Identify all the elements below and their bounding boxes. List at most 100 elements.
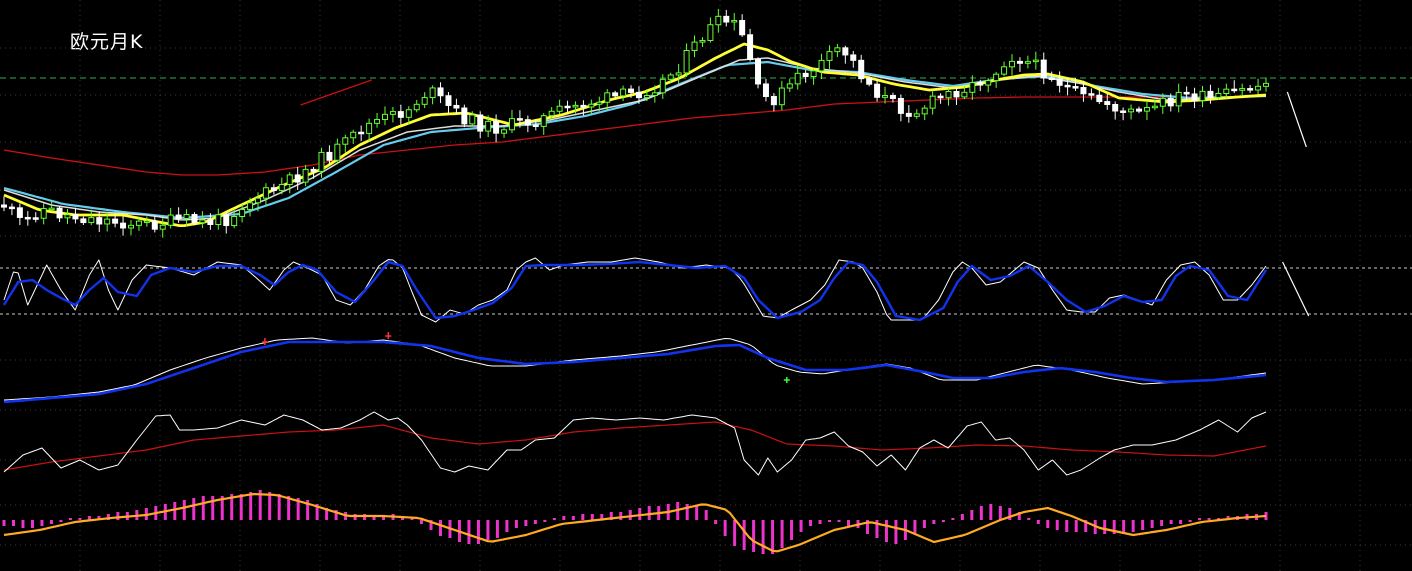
candle-body xyxy=(1151,105,1158,109)
candle-body xyxy=(1009,60,1016,68)
candle-body xyxy=(1183,91,1190,95)
candle-body xyxy=(1128,108,1135,113)
candle-body xyxy=(183,214,190,219)
candle-body xyxy=(707,24,714,41)
candle-body xyxy=(1159,97,1166,107)
candle-body xyxy=(8,206,15,210)
candle-body xyxy=(524,119,531,126)
candle-body xyxy=(56,207,63,219)
candle-body xyxy=(1231,88,1238,92)
candle-body xyxy=(556,105,563,112)
ma-red-line xyxy=(3,95,1267,176)
trend-line xyxy=(300,79,372,106)
candle-body xyxy=(620,88,627,97)
candle-body xyxy=(826,51,833,61)
candle-body xyxy=(1096,94,1103,103)
candle-body xyxy=(1064,84,1071,88)
candle-body xyxy=(794,72,801,85)
candle-body xyxy=(151,220,158,230)
candle-body xyxy=(977,82,984,86)
candle-body xyxy=(516,118,523,121)
candle-body xyxy=(945,91,952,99)
candle-body xyxy=(540,115,547,127)
candle-body xyxy=(318,151,325,172)
dmi-panel xyxy=(3,332,1267,404)
candle-body xyxy=(1207,90,1214,98)
ma-white-line xyxy=(3,57,1267,221)
candle-body xyxy=(1088,93,1095,96)
oscillator-panel xyxy=(3,411,1267,476)
ma-cyan-line xyxy=(3,60,1267,219)
moving-averages xyxy=(3,42,1267,227)
candle-body xyxy=(302,168,309,183)
candle-body xyxy=(1024,61,1031,64)
candle-body xyxy=(223,214,230,227)
candle-body xyxy=(358,131,365,135)
candle-body xyxy=(643,94,650,99)
candle-body xyxy=(913,113,920,117)
candle-body xyxy=(453,104,460,109)
candle-body xyxy=(270,187,277,192)
candle-body xyxy=(905,112,912,117)
candle-body xyxy=(215,214,222,226)
candle-body xyxy=(770,95,777,106)
candle-body xyxy=(366,122,373,134)
candle-body xyxy=(588,103,595,108)
candle-body xyxy=(882,95,889,98)
dmi-blue-line xyxy=(3,340,1267,404)
candle-body xyxy=(731,20,738,23)
candle-body xyxy=(231,216,238,227)
dmi-signal-marker xyxy=(783,377,790,383)
candle-body xyxy=(334,143,341,161)
candle-body xyxy=(310,168,317,172)
candle-body xyxy=(889,95,896,99)
candle-body xyxy=(937,95,944,99)
candle-body xyxy=(389,111,396,115)
candle-body xyxy=(1001,66,1008,75)
candle-body xyxy=(1032,59,1039,63)
candle-body xyxy=(461,107,468,125)
candle-body xyxy=(786,83,793,89)
candle-body xyxy=(167,214,174,226)
candle-body xyxy=(604,92,611,103)
candle-body xyxy=(127,224,134,229)
candle-body xyxy=(508,118,515,131)
candle-body xyxy=(802,72,809,78)
candle-body xyxy=(1263,82,1269,87)
candle-body xyxy=(381,113,388,121)
candle-body xyxy=(413,103,420,111)
candle-body xyxy=(675,72,682,76)
candle-body xyxy=(88,217,95,224)
candle-body xyxy=(247,202,254,210)
candle-body xyxy=(572,104,579,108)
candle-body xyxy=(1104,101,1111,106)
candle-body xyxy=(628,88,635,93)
osc-white-line xyxy=(3,411,1267,476)
candle-body xyxy=(72,214,79,220)
candle-body xyxy=(40,208,47,219)
candle-body xyxy=(294,174,301,183)
candle-body xyxy=(921,107,928,115)
candle-body xyxy=(1191,93,1198,102)
candle-body xyxy=(548,110,555,117)
candle-body xyxy=(961,91,968,98)
candle-body xyxy=(429,87,436,99)
candle-body xyxy=(1143,107,1150,112)
candle-body xyxy=(874,83,881,98)
candle-body xyxy=(286,174,293,186)
candle-body xyxy=(1223,88,1230,95)
candle-body xyxy=(80,218,87,224)
candle-body xyxy=(1199,90,1206,102)
candle-body xyxy=(659,78,666,94)
candle-body xyxy=(1112,104,1119,112)
candle-body xyxy=(191,214,198,224)
candle-body xyxy=(326,151,333,161)
candle-body xyxy=(834,47,841,53)
candle-body xyxy=(818,59,825,72)
candle-body xyxy=(64,214,71,219)
candle-body xyxy=(501,129,508,134)
candle-body xyxy=(850,54,857,61)
dmi-signal-marker xyxy=(261,338,268,345)
candle-body xyxy=(239,208,246,218)
candle-body xyxy=(842,47,849,56)
